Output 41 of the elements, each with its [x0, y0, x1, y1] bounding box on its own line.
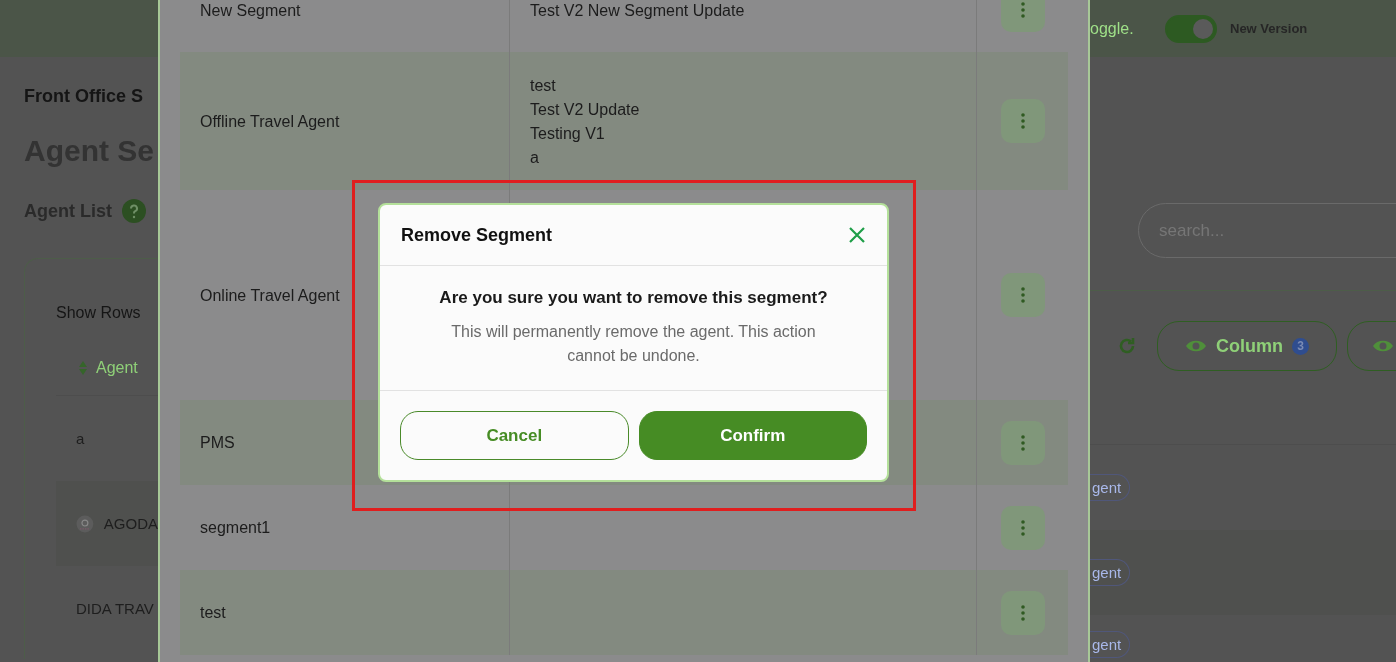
cancel-button[interactable]: Cancel — [400, 411, 629, 460]
version-toggle[interactable] — [1165, 14, 1217, 43]
segment-name: Online Travel Agent — [200, 285, 340, 306]
kebab-icon — [1020, 2, 1025, 18]
sort-icon[interactable] — [78, 359, 88, 376]
agent-name: Testing V1 — [530, 123, 605, 144]
segment-name: test — [200, 603, 226, 623]
segment-name: PMS — [200, 433, 235, 453]
more-button[interactable] — [1000, 273, 1045, 317]
column-button[interactable]: Column 3 — [1157, 321, 1337, 371]
notice-text: oggle. — [1090, 19, 1135, 38]
eye-icon — [1185, 338, 1207, 354]
more-button[interactable] — [1000, 420, 1045, 465]
more-button[interactable] — [1000, 505, 1045, 550]
agent-name: a — [530, 147, 539, 168]
kebab-icon — [1020, 287, 1025, 303]
close-icon[interactable] — [849, 227, 865, 243]
count-badge: 3 — [1292, 337, 1309, 355]
dialog-title: Remove Segment — [401, 224, 553, 246]
more-button[interactable] — [1000, 0, 1045, 32]
column-header[interactable]: Agent — [96, 358, 138, 377]
agent-name: Test V2 New Segment Update — [530, 0, 745, 21]
more-button[interactable] — [1000, 590, 1045, 635]
refresh-icon[interactable] — [1117, 336, 1137, 356]
confirm-button[interactable]: Confirm — [638, 411, 867, 460]
dialog-question: Are you sure you want to remove this segment? — [439, 288, 828, 308]
kebab-icon — [1020, 519, 1025, 536]
kebab-icon — [1020, 434, 1025, 451]
kebab-icon — [1020, 604, 1025, 621]
kebab-icon — [1020, 113, 1025, 129]
agent-name: test — [530, 75, 556, 96]
show-rows-label: Show Rows — [56, 304, 142, 322]
breadcrumb: Front Office S — [24, 86, 144, 107]
segment-name: segment1 — [200, 518, 271, 538]
help-icon[interactable] — [122, 199, 146, 223]
more-button[interactable] — [1000, 99, 1045, 143]
dialog-message: This will permanently remove the agent. This action cannot be undone. — [450, 322, 817, 366]
eye-icon — [1372, 338, 1394, 354]
segment-name: Offline Travel Agent — [200, 111, 340, 132]
segment-name: New Segment — [200, 0, 301, 21]
agent-name: Test V2 Update — [530, 99, 640, 120]
